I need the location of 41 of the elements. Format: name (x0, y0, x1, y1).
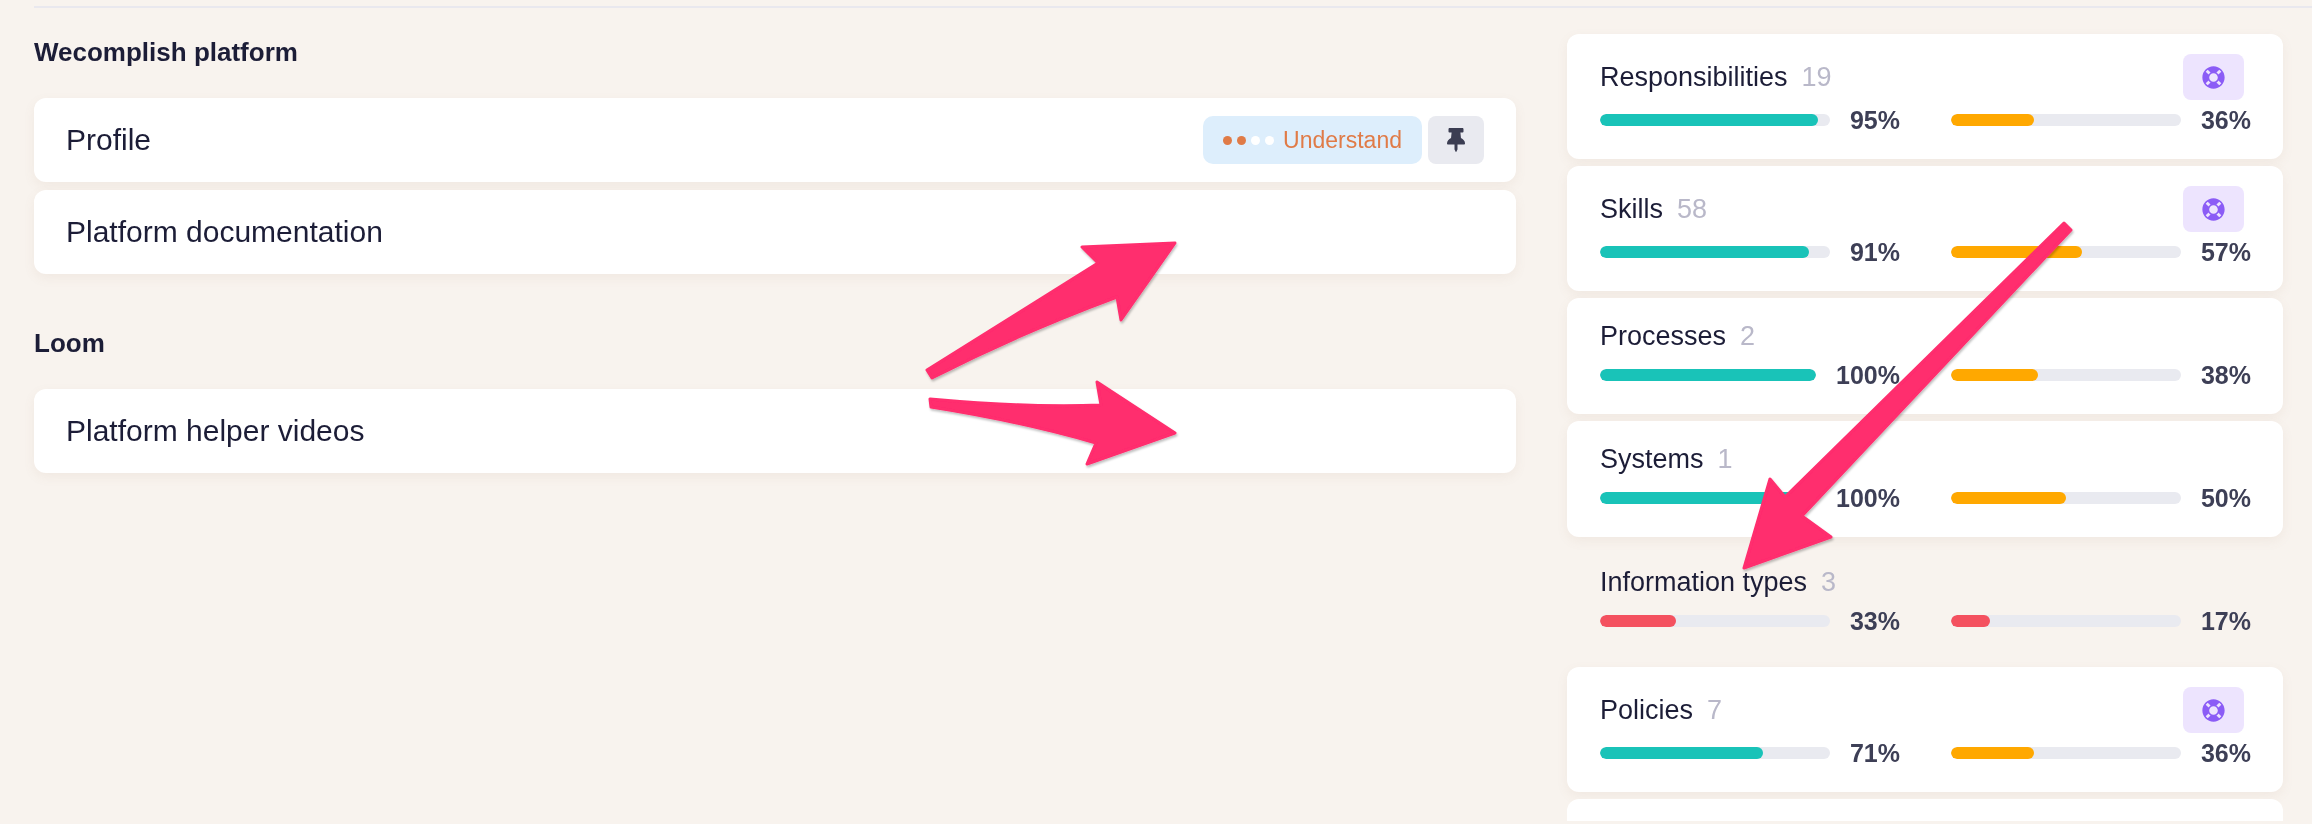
metric-count: 2 (1740, 320, 1756, 353)
list-item-card[interactable]: Platform helper videos (34, 389, 1516, 473)
metric-title: Systems (1600, 443, 1704, 476)
metric-count: 7 (1707, 693, 1723, 727)
percent-label: 36% (2200, 738, 2251, 768)
pin-button[interactable] (1428, 116, 1484, 164)
metric-title: Responsibilities (1600, 60, 1788, 94)
metric-title: Processes (1600, 320, 1727, 353)
list-item-card[interactable]: Platform documentation (34, 190, 1516, 274)
percent-label: 57% (2200, 237, 2251, 267)
percent-label: 95% (1849, 105, 1900, 135)
pushpin-icon (1447, 128, 1465, 152)
percent-label: 38% (2200, 360, 2251, 390)
percent-label: 100% (1836, 360, 1900, 390)
percent-label: 71% (1849, 738, 1900, 768)
life-ring-icon (2202, 197, 2225, 221)
help-button[interactable] (2183, 54, 2244, 100)
section-heading: Wecomplish platform (34, 36, 298, 68)
item-label: Profile (66, 122, 152, 158)
item-label: Platform helper videos (66, 413, 365, 449)
metric-count: 19 (1801, 60, 1832, 94)
section-heading: Loom (34, 327, 105, 359)
percent-label: 36% (2200, 105, 2251, 135)
percent-label: 33% (1849, 606, 1900, 636)
percent-label: 50% (2200, 483, 2251, 513)
life-ring-icon (2202, 698, 2225, 722)
metric-title: Information types (1600, 566, 1808, 599)
list-item-card[interactable]: Profile Understand (34, 98, 1516, 182)
life-ring-icon (2202, 65, 2225, 89)
metric-title: Policies (1600, 693, 1694, 727)
badge-label: Understand (1283, 126, 1402, 155)
metric-count: 1 (1717, 443, 1733, 476)
help-button[interactable] (2183, 687, 2244, 733)
metric-count: 58 (1677, 192, 1708, 226)
metric-title: Skills (1600, 192, 1663, 226)
percent-label: 91% (1849, 237, 1900, 267)
help-button[interactable] (2183, 186, 2244, 232)
percent-label: 17% (2200, 606, 2251, 636)
item-label: Platform documentation (66, 214, 383, 250)
percent-label: 100% (1836, 483, 1900, 513)
metric-count: 3 (1821, 566, 1837, 599)
